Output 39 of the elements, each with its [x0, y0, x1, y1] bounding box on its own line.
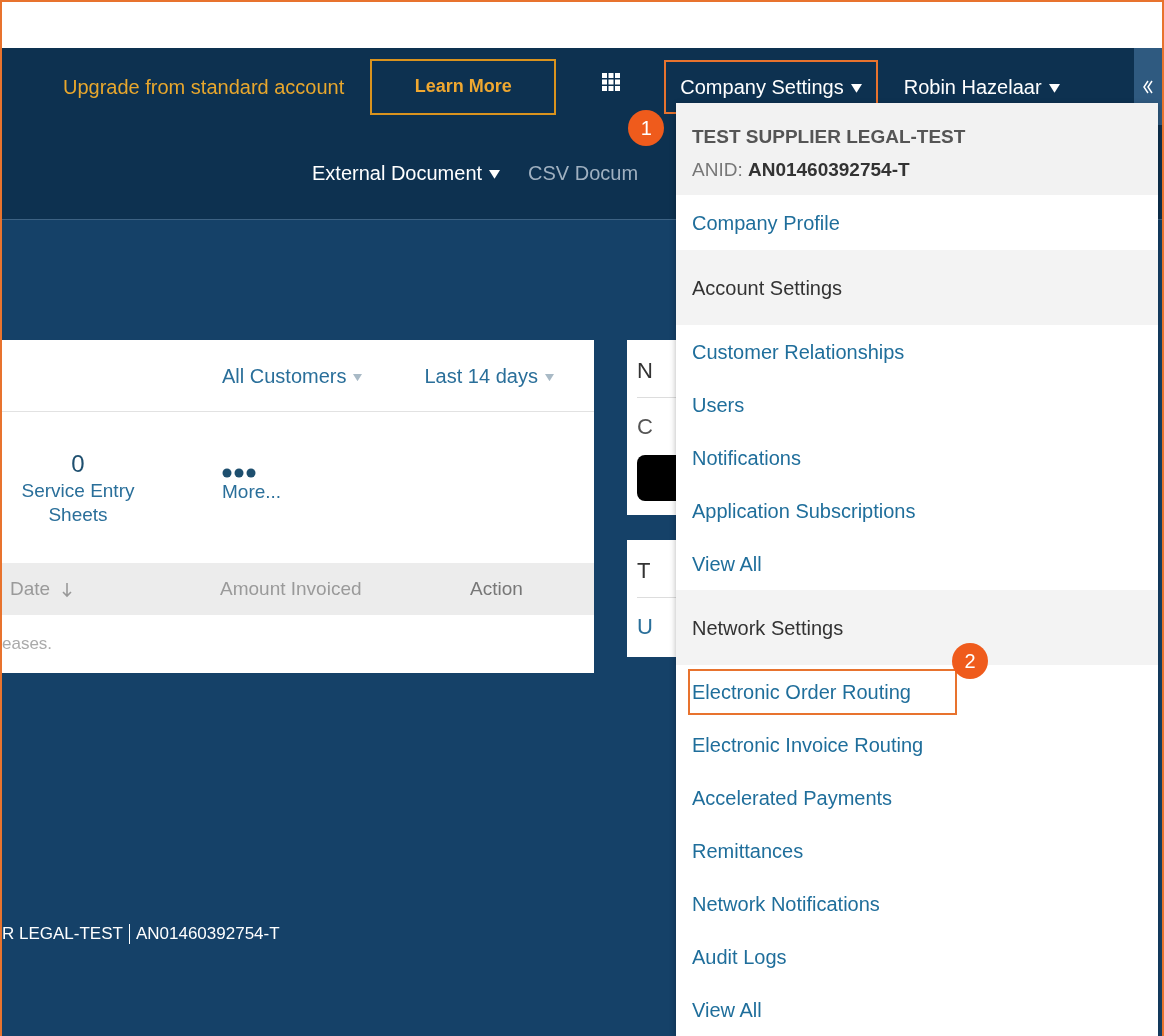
count-value: 0	[70, 448, 86, 479]
menu-item[interactable]: View All	[688, 986, 766, 1033]
caret-down-icon	[353, 373, 363, 381]
dots-icon	[222, 468, 256, 479]
menu-item[interactable]: Accelerated Payments	[688, 774, 897, 821]
chevron-left-icon	[1143, 79, 1153, 94]
menu-button[interactable]: Robin Hazelaar	[887, 59, 1076, 114]
menu-item[interactable]: Network Notifications	[688, 880, 884, 927]
menu-item[interactable]: Notifications	[688, 434, 805, 481]
more-label: More...	[222, 481, 282, 503]
nav-link[interactable]: External Document	[312, 157, 501, 188]
filter-dropdown[interactable]: Last 14 days	[424, 360, 554, 391]
account-id: AN01460392754-T	[135, 923, 280, 945]
callout-badge: 2	[952, 643, 988, 679]
menu-heading: Account Settings	[676, 250, 1158, 325]
count-tile[interactable]: 0 Service Entry Sheets	[2, 448, 154, 527]
company-name: R LEGAL-TEST	[2, 923, 123, 945]
filter-dropdown[interactable]: All Customers	[222, 360, 363, 391]
tile-label: Service Entry Sheets	[20, 478, 136, 527]
table-cell-text: eases.	[2, 633, 53, 656]
column-header[interactable]: Action	[470, 577, 523, 599]
caret-down-icon	[1048, 83, 1060, 93]
nav-link[interactable]: CSV Docum	[528, 157, 639, 188]
menu-item[interactable]: Application Subscriptions	[688, 487, 920, 534]
upgrade-text: Upgrade from standard account	[63, 74, 345, 100]
grid-icon[interactable]	[602, 72, 621, 91]
company-name: TEST SUPPLIER LEGAL-TEST	[692, 125, 967, 149]
menu-item[interactable]: Remittances	[688, 827, 808, 874]
account-id: ANID: AN01460392754-T	[692, 157, 911, 182]
callout-badge: 1	[628, 109, 665, 146]
card-text: C	[637, 413, 654, 441]
caret-down-icon	[850, 83, 862, 93]
menu-item[interactable]: Audit Logs	[688, 933, 791, 980]
more-link[interactable]: More...	[222, 468, 282, 507]
learn-more-button[interactable]: Learn More	[370, 58, 557, 115]
menu-item[interactable]: Electronic Order Routing	[688, 668, 957, 715]
menu-item[interactable]: Company Profile	[688, 199, 844, 246]
caret-down-icon	[544, 373, 554, 381]
menu-item[interactable]: Electronic Invoice Routing	[688, 721, 928, 768]
